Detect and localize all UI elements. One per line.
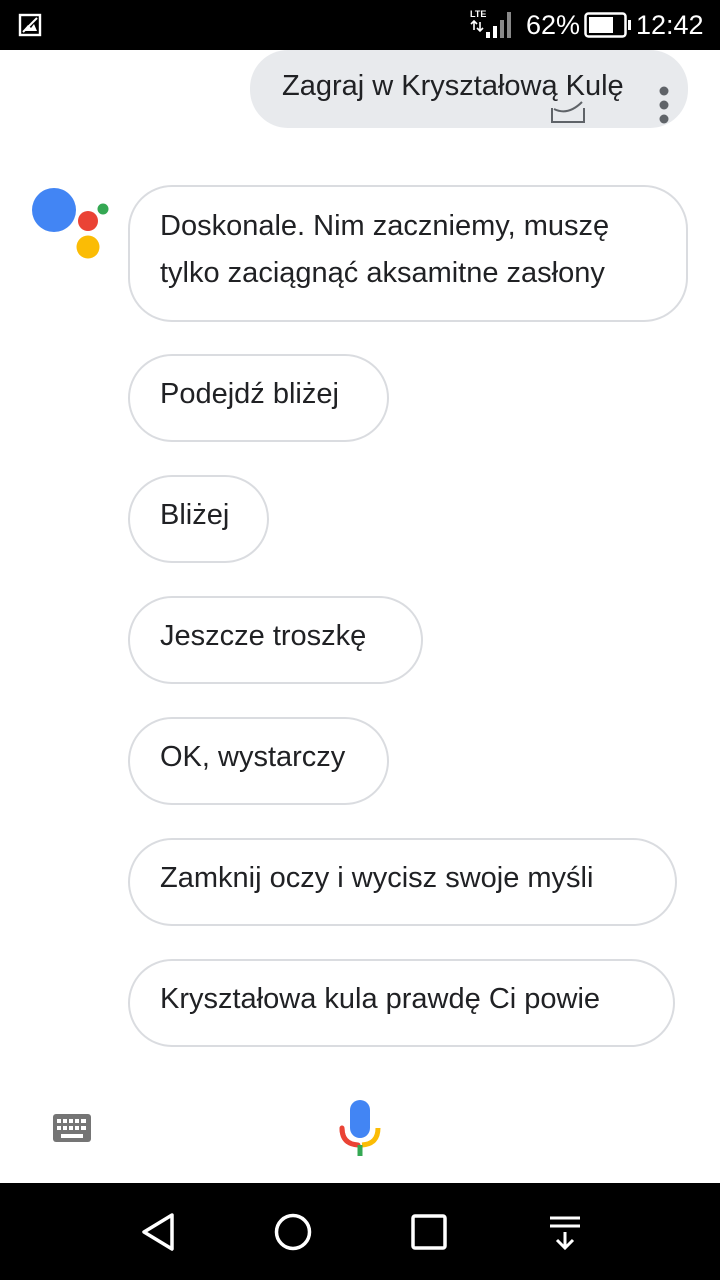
svg-text:LTE: LTE: [470, 9, 486, 19]
keyboard-icon[interactable]: [52, 1113, 92, 1143]
assistant-response-chip[interactable]: Podejdź bliżej: [128, 354, 389, 442]
mic-icon[interactable]: [338, 1098, 382, 1158]
navigation-bar: [0, 1183, 720, 1280]
more-vert-icon[interactable]: [656, 84, 672, 126]
battery-icon: [584, 12, 631, 38]
assistant-response-chip[interactable]: OK, wystarczy: [128, 717, 389, 805]
assistant-response-chip[interactable]: Bliżej: [128, 475, 269, 563]
user-query-bubble[interactable]: Zagraj w Kryształową Kulę: [250, 50, 688, 128]
edit-icon[interactable]: [550, 98, 586, 124]
assistant-logo: [32, 188, 109, 259]
assistant-response-chip[interactable]: Jeszcze troszkę: [128, 596, 423, 684]
clock: 12:42: [636, 10, 704, 40]
lte-signal-icon: LTE: [470, 9, 511, 38]
battery-percent: 62%: [526, 10, 581, 40]
home-icon[interactable]: [272, 1211, 314, 1253]
status-bar: LTE 62% 12:42: [0, 0, 720, 50]
back-icon[interactable]: [138, 1211, 178, 1253]
recent-apps-icon[interactable]: [410, 1213, 448, 1251]
gallery-icon: [18, 13, 42, 37]
assistant-response-chip[interactable]: Zamknij oczy i wycisz swoje myśli: [128, 838, 677, 926]
assistant-response-chip[interactable]: Doskonale. Nim zaczniemy, muszę tylko za…: [128, 185, 688, 322]
assistant-response-chip[interactable]: Kryształowa kula prawdę Ci powie: [128, 959, 675, 1047]
notification-pull-icon[interactable]: [546, 1213, 584, 1251]
